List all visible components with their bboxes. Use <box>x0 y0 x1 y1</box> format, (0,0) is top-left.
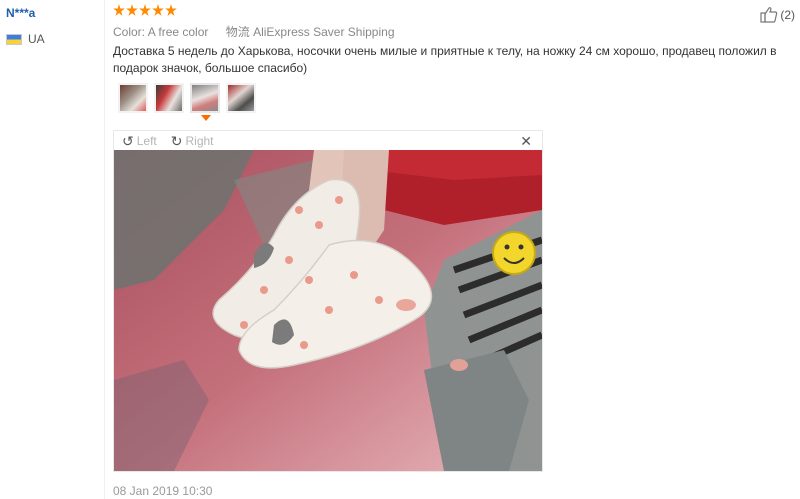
photo-image <box>114 150 542 471</box>
column-divider <box>104 0 105 499</box>
star-icon <box>139 4 151 16</box>
photo-thumbnail[interactable] <box>154 83 184 113</box>
rotate-left-button[interactable]: ↺ Left <box>122 134 157 148</box>
rotate-left-label: Left <box>136 133 157 148</box>
rotate-right-button[interactable]: ↻ Right <box>171 134 214 148</box>
star-icon <box>165 4 177 16</box>
photo-thumbnails <box>118 83 256 121</box>
star-icon <box>113 4 125 16</box>
color-label: Color: <box>113 25 146 39</box>
close-icon[interactable]: ✕ <box>520 133 532 150</box>
reviewer-name: N***a <box>6 6 36 20</box>
shipping-method: AliExpress Saver Shipping <box>253 25 395 39</box>
country-code: UA <box>28 32 45 46</box>
viewer-toolbar: ↺ Left ↻ Right <box>114 131 542 150</box>
rotate-left-icon: ↺ <box>122 132 134 149</box>
rotate-right-icon: ↻ <box>170 132 183 149</box>
reviewer-country: UA <box>6 32 101 46</box>
star-rating <box>113 4 177 17</box>
helpful-button[interactable]: (2) <box>760 6 795 23</box>
rotate-right-label: Right <box>185 133 214 148</box>
star-icon <box>126 4 138 16</box>
reviewer-info: N***a UA <box>6 6 101 46</box>
review-date: 08 Jan 2019 10:30 <box>113 484 213 498</box>
star-icon <box>152 4 164 16</box>
thumbs-up-icon <box>760 7 778 23</box>
shipping-origin: 物流 <box>225 25 250 39</box>
photo-thumbnail[interactable] <box>118 83 148 113</box>
color-value: A free color <box>147 25 209 39</box>
order-info: Color: A free color 物流 AliExpress Saver … <box>113 23 395 40</box>
review-body: Color: A free color 物流 AliExpress Saver … <box>113 0 795 499</box>
photo-thumbnail-active[interactable] <box>190 83 220 121</box>
review-text: Доставка 5 недель до Харькова, носочки о… <box>113 44 777 75</box>
ukraine-flag-icon <box>6 33 22 45</box>
photo-thumbnail[interactable] <box>226 83 256 113</box>
photo-viewer: ↺ Left ↻ Right ✕ <box>113 130 543 472</box>
review-photo <box>114 150 542 471</box>
helpful-count: (2) <box>780 7 795 22</box>
active-indicator <box>201 115 211 121</box>
